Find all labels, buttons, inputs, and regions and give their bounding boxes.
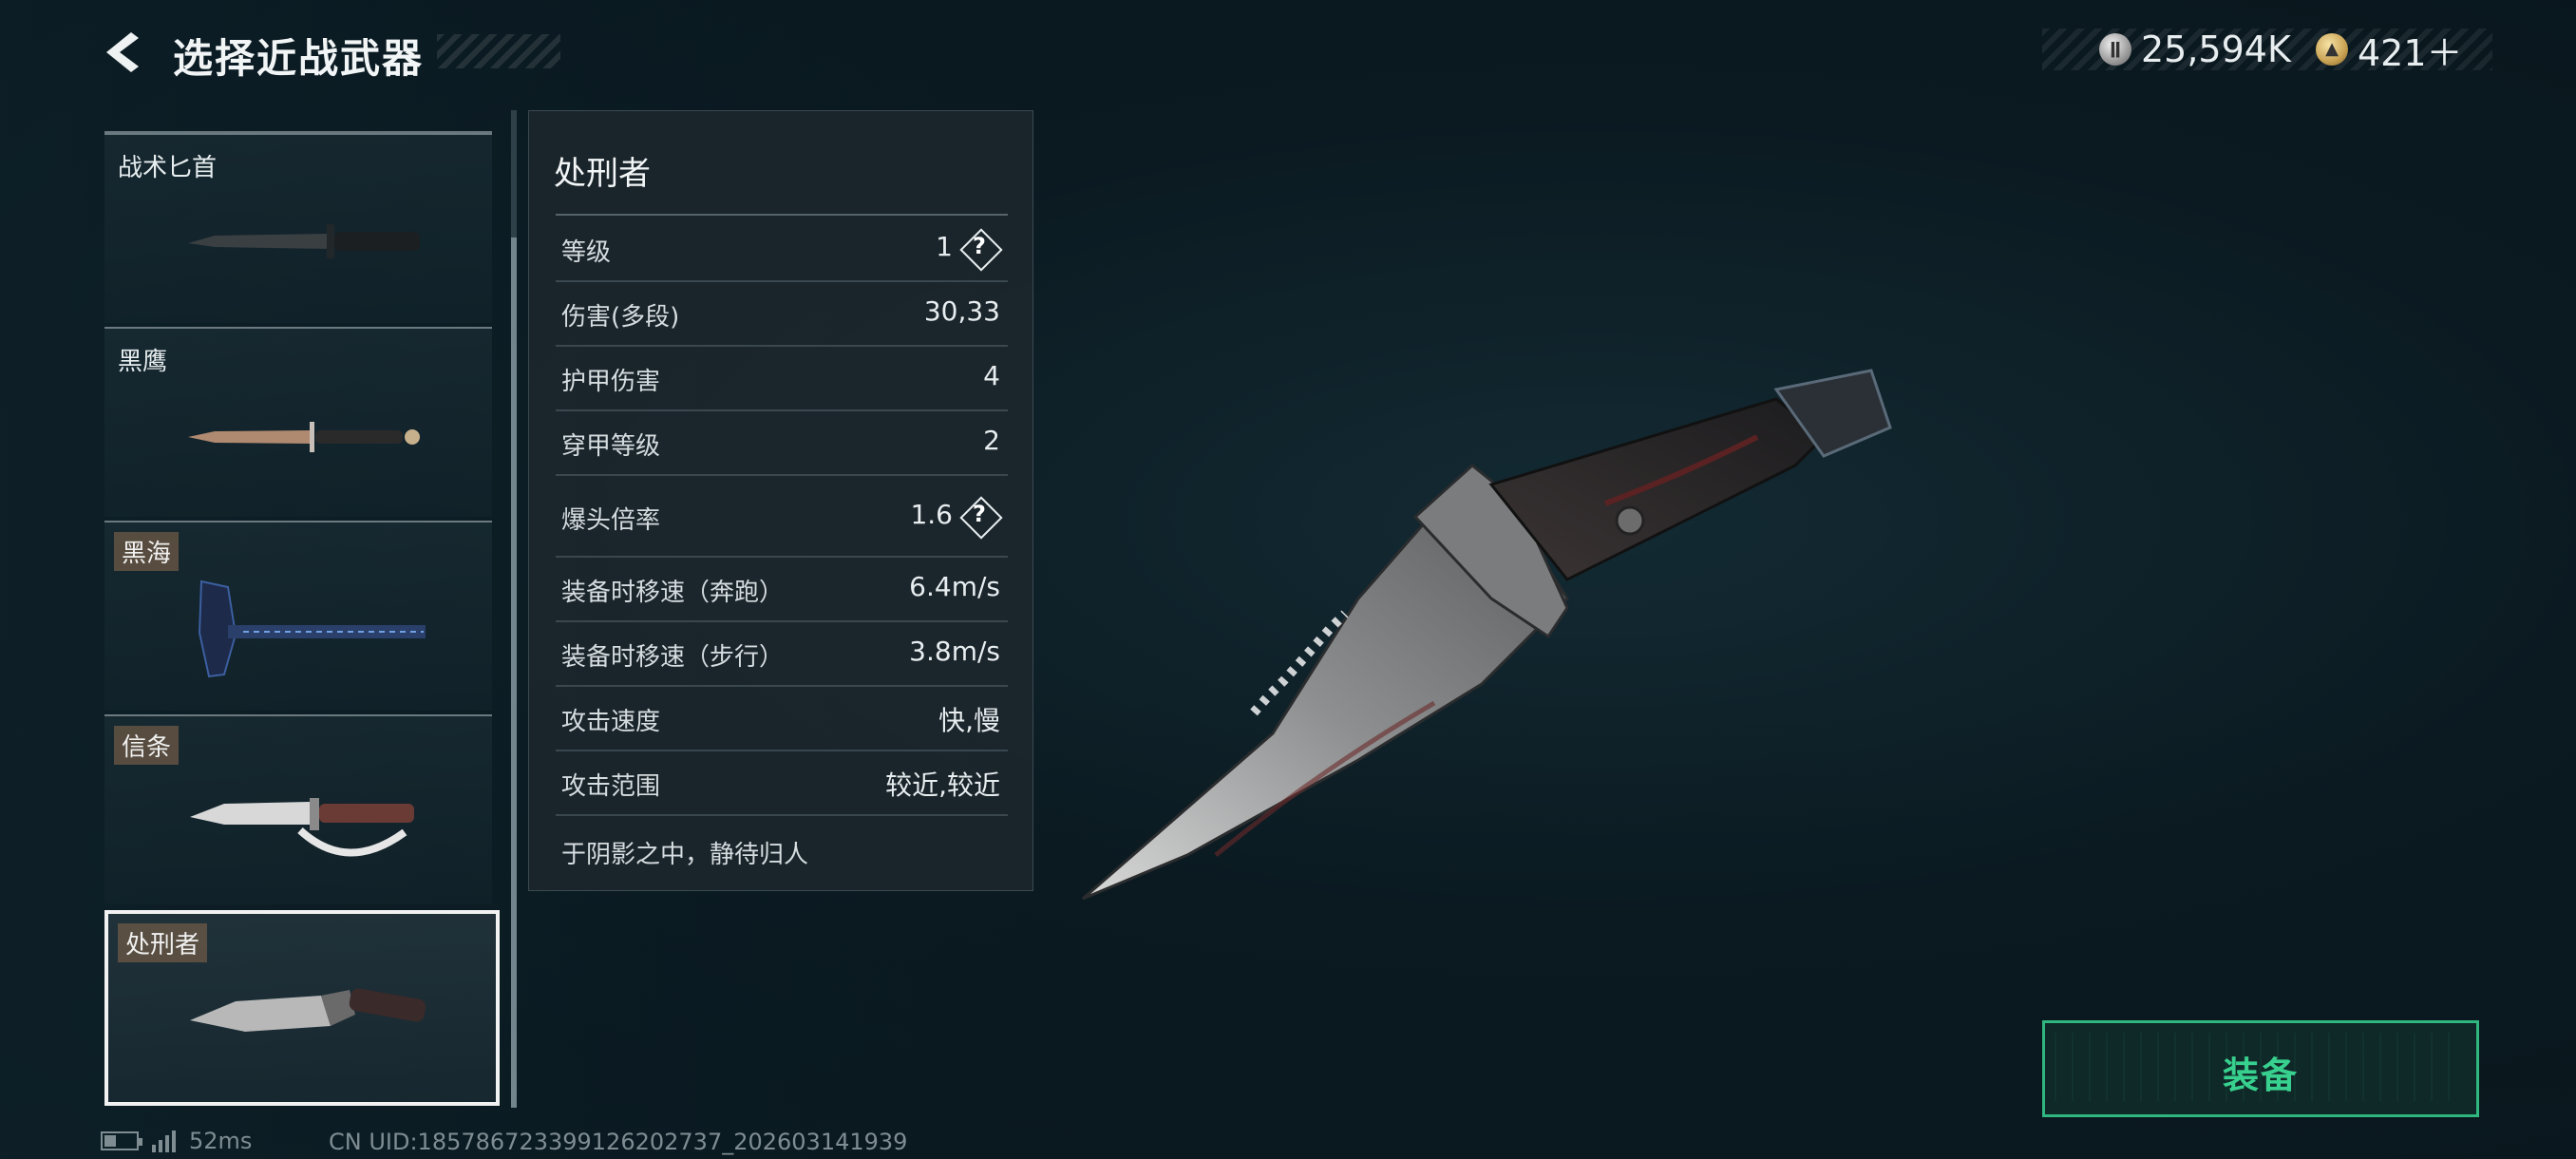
stat-value: 4 [983, 360, 1000, 391]
stat-value: 1 [936, 231, 953, 262]
weapon-item-tactical-dagger[interactable]: 战术匕首 [104, 133, 492, 323]
gold-value: 421＋ [2358, 31, 2463, 74]
battery-icon [101, 1131, 142, 1150]
stat-value: 30,33 [923, 295, 1000, 327]
stat-value: 较近,较近 [885, 770, 1000, 801]
page-title-wrap: 选择近战武器 [167, 23, 560, 82]
user-uid: CN UID:1857867233991262027​37_2026031419… [329, 1129, 908, 1155]
weapon-item-label: 处刑者 [118, 923, 208, 962]
stat-value: 6.4m/s [909, 571, 1000, 602]
black-hawk-image [188, 422, 420, 452]
weapon-flavor-text: 于阴影之中，静待归人 [561, 841, 809, 869]
stat-label: 装备时移速（奔跑） [561, 579, 785, 607]
stat-label: 攻击范围 [561, 772, 661, 801]
executioner-knife-render[interactable] [1073, 361, 1909, 931]
executioner-knife-image [190, 988, 426, 1032]
title-stripes [437, 34, 560, 68]
weapon-item-label: 黑海 [114, 532, 180, 571]
weapon-item-label: 黑鹰 [118, 348, 168, 376]
stat-row-penetration: 穿甲等级 2 [556, 411, 1008, 476]
tactical-dagger-image [188, 224, 420, 258]
stat-label: 护甲伤害 [561, 368, 661, 396]
stat-row-level: 等级 1 ? [556, 218, 1008, 282]
gold-currency[interactable]: ▲ 421＋ [2316, 28, 2463, 74]
stat-value: 2 [983, 425, 1000, 456]
stat-label: 穿甲等级 [561, 432, 661, 461]
stat-label: 等级 [561, 238, 612, 267]
weapon-detail-panel: 处刑者 等级 1 ? 伤害(多段) 30,33 护甲伤害 4 穿甲等级 2 爆头… [528, 110, 1033, 891]
stat-row-attack-speed: 攻击速度 快,慢 [556, 687, 1008, 751]
weapon-item-black-sea[interactable]: 黑海 [104, 521, 492, 711]
weapon-item-black-hawk[interactable]: 黑鹰 [104, 327, 492, 517]
silver-value: 25,594K [2141, 28, 2291, 70]
stat-row-walk-speed: 装备时移速（步行） 3.8m/s [556, 622, 1008, 687]
weapon-list[interactable]: 战术匕首 黑鹰 黑海 信条 处刑者 [101, 133, 500, 1112]
black-sea-axe-image [198, 580, 426, 678]
silver-currency: ǁ 25,594K [2099, 28, 2291, 70]
stat-row-attack-range: 攻击范围 较近,较近 [556, 751, 1008, 816]
stat-label: 装备时移速（步行） [561, 643, 785, 672]
currency-bar: ǁ 25,594K ▲ 421＋ [2042, 28, 2492, 74]
stat-value: 3.8m/s [909, 636, 1000, 667]
stat-label: 爆头倍率 [561, 506, 661, 535]
headshot-help-icon[interactable]: ? [959, 496, 1003, 540]
list-scroll-thumb[interactable] [511, 238, 517, 1108]
back-arrow-icon[interactable] [99, 28, 146, 76]
equip-button-label: 装备 [2222, 1054, 2299, 1096]
stat-row-armor-damage: 护甲伤害 4 [556, 347, 1008, 411]
stat-label: 伤害(多段) [561, 303, 680, 332]
weapon-item-creed[interactable]: 信条 [104, 714, 492, 904]
weapon-item-executioner[interactable]: 处刑者 [104, 910, 500, 1106]
weapon-item-label: 战术匕首 [118, 154, 218, 182]
stat-row-run-speed: 装备时移速（奔跑） 6.4m/s [556, 558, 1008, 622]
level-help-icon[interactable]: ? [959, 228, 1003, 272]
equip-button[interactable]: 装备 [2042, 1020, 2479, 1117]
stat-label: 攻击速度 [561, 708, 661, 736]
signal-icon [152, 1130, 176, 1152]
silver-coin-icon: ǁ [2099, 33, 2131, 66]
stat-value: 快,慢 [938, 705, 1000, 736]
weapon-detail-name: 处刑者 [554, 155, 651, 193]
stat-row-damage: 伤害(多段) 30,33 [556, 282, 1008, 347]
creed-knife-image [190, 798, 414, 857]
page-title: 选择近战武器 [173, 35, 425, 82]
stat-row-headshot-multiplier: 爆头倍率 1.6 ? [556, 476, 1008, 558]
weapon-item-label: 信条 [114, 726, 180, 765]
ping-value: 52ms [189, 1128, 253, 1154]
stat-value: 1.6 [910, 499, 953, 530]
detail-divider [556, 214, 1008, 216]
gold-coin-icon: ▲ [2316, 33, 2348, 66]
status-footer: 52ms [101, 1127, 252, 1155]
